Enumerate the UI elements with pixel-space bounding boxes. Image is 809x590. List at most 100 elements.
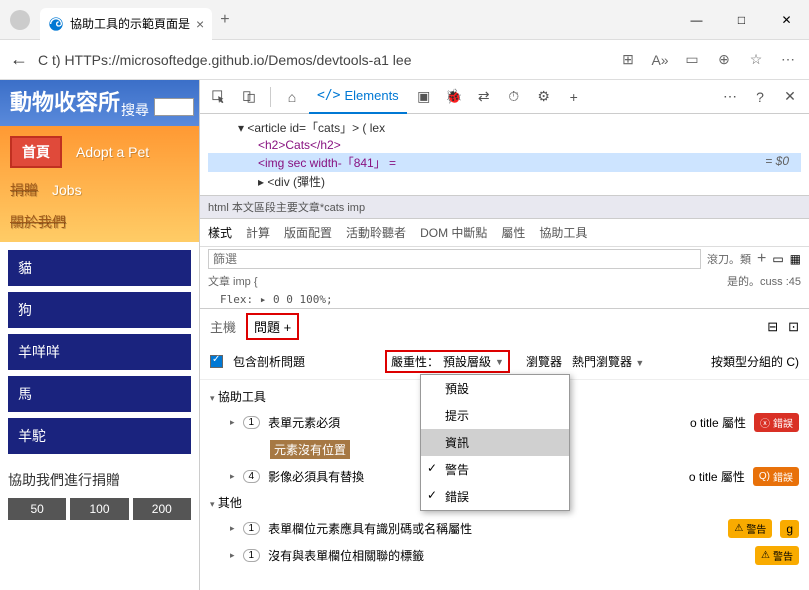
profile-button[interactable]	[0, 10, 40, 30]
expand-icon[interactable]: ▸	[230, 550, 235, 561]
rule-source[interactable]: 是的。cuss :45	[727, 273, 801, 289]
nav-about[interactable]: 關於我們	[10, 212, 66, 232]
dom-tree[interactable]: ▾ <article id=「cats」> ( lex <h2>Cats</h2…	[200, 114, 809, 195]
network-icon[interactable]: ⇄	[471, 84, 497, 110]
amount-button[interactable]: 50	[8, 498, 66, 520]
list-item[interactable]: 馬	[8, 376, 191, 412]
issue-attr: o title 屬性	[689, 468, 745, 485]
tab-close-icon[interactable]: ×	[196, 16, 204, 32]
nav-home[interactable]: 首頁	[10, 136, 62, 168]
close-devtools-icon[interactable]: ✕	[777, 84, 803, 110]
nav-adopt[interactable]: Adopt a Pet	[76, 144, 149, 160]
help-icon[interactable]: ?	[747, 84, 773, 110]
performance-icon[interactable]: ⏱	[501, 84, 527, 110]
drawer-issues[interactable]: 問題 +	[246, 313, 299, 340]
list-item[interactable]: 貓	[8, 250, 191, 286]
console-icon[interactable]: ▣	[411, 84, 437, 110]
error-badge: Q)錯誤	[753, 467, 799, 486]
tab-layout[interactable]: 版面配置	[284, 224, 332, 241]
popular-select[interactable]: 熱門瀏覽器 ▼	[572, 353, 644, 370]
include-checkbox[interactable]	[210, 355, 223, 368]
page-header: 動物收容所 搜尋	[0, 80, 199, 126]
group-by-label[interactable]: 按類型分組的 C)	[711, 353, 799, 370]
filter-input[interactable]	[208, 249, 701, 269]
amount-button[interactable]: 200	[133, 498, 191, 520]
collections-icon[interactable]: ⊕	[713, 51, 735, 68]
app-icon[interactable]: ⊞	[617, 51, 639, 68]
nav-donate[interactable]: 捐贈	[10, 180, 38, 200]
search-input[interactable]	[154, 98, 194, 116]
expand-icon[interactable]: ▸	[230, 471, 235, 482]
inspect-icon[interactable]	[206, 84, 232, 110]
grid-icon[interactable]: ▦	[790, 252, 801, 266]
page-nav: 首頁 Adopt a Pet 捐贈 Jobs 關於我們	[0, 126, 199, 242]
tab-breakpoints[interactable]: DOM 中斷點	[420, 224, 487, 241]
dropdown-item[interactable]: ✓錯誤	[421, 483, 569, 510]
tab-properties[interactable]: 屬性	[501, 224, 525, 241]
issue-text: 影像必須具有替換	[268, 468, 364, 485]
drawer-icon[interactable]: ⊟	[767, 319, 778, 335]
maximize-button[interactable]: □	[719, 5, 764, 35]
chevron-down-icon: ▼	[495, 357, 504, 367]
issue-count: 1	[243, 549, 261, 562]
url-field[interactable]: C t) HTTPs://microsoftedge.github.io/Dem…	[38, 52, 607, 68]
more-icon[interactable]: ⋯	[717, 84, 743, 110]
issue-text: 表單欄位元素應具有識別碼或名稱屬性	[268, 520, 472, 537]
tab-computed[interactable]: 計算	[246, 224, 270, 241]
tab-listeners[interactable]: 活動聆聽者	[346, 224, 406, 241]
expand-icon[interactable]: ▸	[230, 523, 235, 534]
device-icon[interactable]	[236, 84, 262, 110]
expand-icon[interactable]: ▾	[210, 499, 215, 509]
add-tab-icon[interactable]: +	[561, 84, 587, 110]
amount-button[interactable]: 100	[70, 498, 128, 520]
breadcrumb[interactable]: html 本文區段主要文章*cats imp	[200, 195, 809, 219]
issue-item[interactable]: ▸ 1 沒有與表單欄位相關聯的標籤 ⚠ 警告	[210, 542, 799, 569]
list-item[interactable]: 羊咩咩	[8, 334, 191, 370]
expand-icon[interactable]: ▾	[210, 393, 215, 403]
issue-attr: o title 屬性	[690, 414, 746, 431]
dom-node[interactable]: ▾ <article id=「cats」> ( lex	[238, 121, 385, 135]
warn-badge: ⚠ 警告	[755, 546, 799, 565]
read-aloud-icon[interactable]: A»	[649, 52, 671, 68]
severity-select[interactable]: 嚴重性： 預設層級 ▼	[385, 350, 510, 373]
new-tab-button[interactable]: +	[220, 11, 229, 29]
reader-icon[interactable]: ▭	[681, 51, 703, 68]
titlebar: 協助工具的示範頁面是 × + — □ ✕	[0, 0, 809, 40]
drawer-icon[interactable]: ⊡	[788, 319, 799, 335]
issue-group-other[interactable]: 其他	[218, 496, 242, 510]
add-style-icon[interactable]: +	[757, 250, 766, 268]
issue-item[interactable]: ▸ 1 表單欄位元素應具有識別碼或名稱屬性 ⚠ 警告 g	[210, 515, 799, 542]
list-item[interactable]: 狗	[8, 292, 191, 328]
dropdown-item[interactable]: ✓警告	[421, 456, 569, 483]
rule-selector: 文章 imp {	[208, 273, 258, 289]
memory-icon[interactable]: ⚙	[531, 84, 557, 110]
dropdown-item[interactable]: 預設	[421, 375, 569, 402]
elements-tab[interactable]: </> Elements	[309, 80, 407, 114]
dropdown-item[interactable]: 提示	[421, 402, 569, 429]
filter-hov[interactable]: 滾刀。類	[707, 251, 751, 267]
minimize-button[interactable]: —	[674, 5, 719, 35]
back-button[interactable]: ←	[10, 49, 28, 70]
list-item[interactable]: 羊駝	[8, 418, 191, 454]
dom-node[interactable]: ▸ <div (彈性)	[258, 175, 325, 189]
welcome-icon[interactable]: ⌂	[279, 84, 305, 110]
dropdown-item[interactable]: 資訊	[421, 429, 569, 456]
nav-jobs[interactable]: Jobs	[52, 182, 82, 198]
flex-icon[interactable]: ▭	[772, 252, 783, 266]
drawer-host[interactable]: 主機	[210, 317, 236, 336]
browser-tab[interactable]: 協助工具的示範頁面是 ×	[40, 8, 212, 40]
sources-icon[interactable]: 🐞	[441, 84, 467, 110]
favorite-icon[interactable]: ☆	[745, 51, 767, 68]
issue-count: 4	[243, 470, 261, 483]
dom-node[interactable]: <h2>Cats</h2>	[258, 138, 341, 152]
expand-icon[interactable]: ▸	[230, 417, 235, 428]
close-button[interactable]: ✕	[764, 5, 809, 35]
issue-group-a11y[interactable]: 協助工具	[218, 390, 266, 404]
css-property[interactable]: Flex: ▸ 0 0 100%;	[200, 291, 809, 308]
more-icon[interactable]: ⋯	[777, 51, 799, 68]
g-badge: g	[780, 520, 799, 538]
dom-node-selected[interactable]: <img sec width-「841」 =	[258, 156, 396, 170]
tab-styles[interactable]: 樣式	[208, 224, 232, 241]
address-bar: ← C t) HTTPs://microsoftedge.github.io/D…	[0, 40, 809, 80]
tab-a11y[interactable]: 協助工具	[539, 224, 587, 241]
